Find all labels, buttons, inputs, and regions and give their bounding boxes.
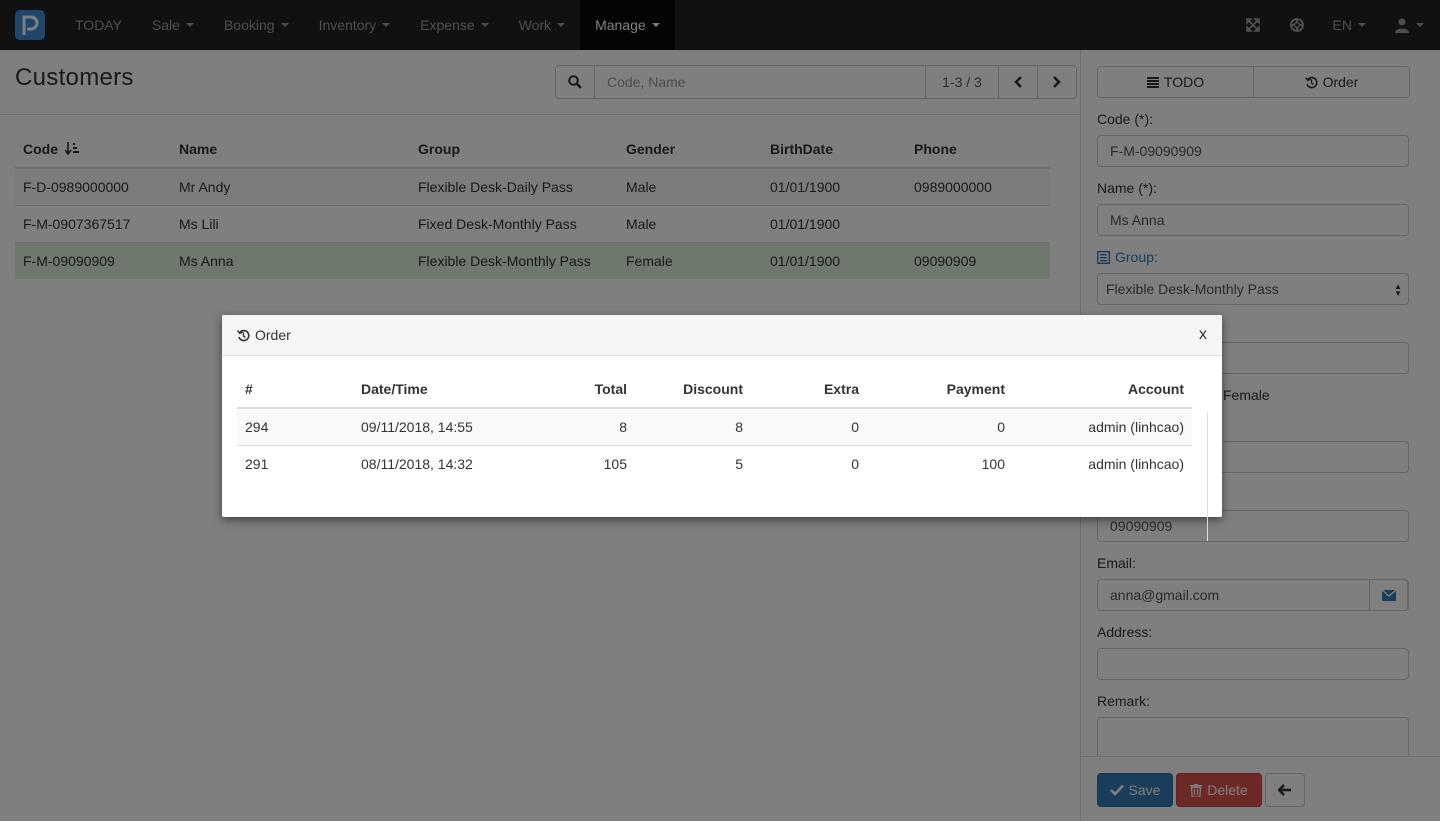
history-icon bbox=[237, 329, 250, 341]
modal-header: Order x bbox=[222, 315, 1222, 356]
table-row[interactable]: 294 09/11/2018, 14:55 8 8 0 0 admin (lin… bbox=[237, 407, 1192, 446]
col-discount: Discount bbox=[635, 371, 751, 409]
order-history-modal: Order x # Date/Time Total Discount Extra… bbox=[222, 315, 1222, 541]
col-extra: Extra bbox=[751, 371, 867, 409]
orders-table: # Date/Time Total Discount Extra Payment… bbox=[237, 371, 1192, 482]
col-account: Account bbox=[1013, 371, 1192, 409]
close-button[interactable]: x bbox=[1199, 326, 1207, 344]
modal-body: # Date/Time Total Discount Extra Payment… bbox=[222, 356, 1222, 541]
col-payment: Payment bbox=[867, 371, 1013, 409]
col-total: Total bbox=[539, 371, 635, 409]
col-order-id: # bbox=[237, 371, 353, 409]
modal-scrollbar[interactable] bbox=[1207, 412, 1208, 541]
col-datetime: Date/Time bbox=[353, 371, 539, 409]
modal-title: Order bbox=[237, 327, 291, 343]
table-row[interactable]: 291 08/11/2018, 14:32 105 5 0 100 admin … bbox=[237, 445, 1192, 482]
